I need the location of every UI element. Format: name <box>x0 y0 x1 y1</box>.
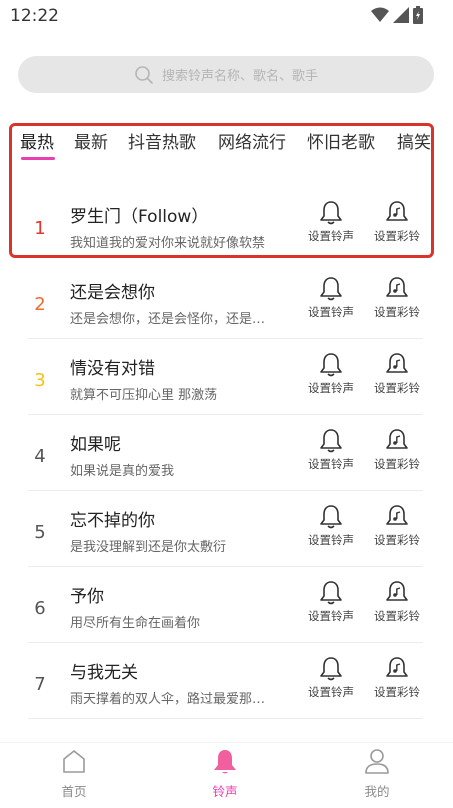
set-crbt-button[interactable]: 设置彩铃 <box>369 428 425 472</box>
song-rank: 5 <box>34 522 46 543</box>
set-crbt-button[interactable]: 设置彩铃 <box>369 504 425 548</box>
status-time: 12:22 <box>10 6 59 26</box>
bell-icon <box>214 750 236 774</box>
status-bar: 12:22 <box>0 0 453 32</box>
song-title: 予你 <box>70 587 104 607</box>
bell-music-icon <box>386 657 408 677</box>
bell-music-icon <box>386 353 408 373</box>
set-ringtone-label: 设置铃声 <box>308 685 354 699</box>
search-input[interactable]: 搜索铃声名称、歌名、歌手 <box>18 56 434 93</box>
song-rank: 2 <box>34 294 46 315</box>
song-lyric: 就算不可压抑心里 那激荡 <box>70 388 218 403</box>
bell-icon <box>320 277 342 301</box>
song-row[interactable]: 3 情没有对错 就算不可压抑心里 那激荡 设置铃声 设置彩铃 <box>0 346 453 422</box>
song-lyric: 雨天撑着的双人伞，路过最爱那… <box>70 692 266 707</box>
set-crbt-label: 设置彩铃 <box>374 305 420 319</box>
song-row[interactable]: 4 如果呢 如果说是真的爱我 设置铃声 设置彩铃 <box>0 422 453 498</box>
song-lyric: 如果说是真的爱我 <box>70 464 175 479</box>
set-crbt-label: 设置彩铃 <box>374 533 420 547</box>
nav-profile-label: 我的 <box>364 784 390 799</box>
bell-icon <box>320 657 342 681</box>
nav-profile[interactable]: 我的 <box>342 747 412 800</box>
nav-ringtone[interactable]: 铃声 <box>190 747 260 800</box>
song-rank: 4 <box>34 446 46 467</box>
divider <box>28 718 423 719</box>
highlight-box <box>9 123 434 258</box>
set-ringtone-label: 设置铃声 <box>308 381 354 395</box>
song-rank: 3 <box>34 370 46 391</box>
set-crbt-label: 设置彩铃 <box>374 685 420 699</box>
bell-music-icon <box>386 429 408 449</box>
divider <box>28 642 423 643</box>
wifi-icon <box>371 7 389 22</box>
set-ringtone-label: 设置铃声 <box>308 609 354 623</box>
song-lyric: 是我没理解到还是你太敷衍 <box>70 540 227 555</box>
set-crbt-button[interactable]: 设置彩铃 <box>369 276 425 320</box>
set-ringtone-label: 设置铃声 <box>308 305 354 319</box>
song-title: 忘不掉的你 <box>70 511 155 531</box>
set-ringtone-button[interactable]: 设置铃声 <box>303 352 359 396</box>
battery-icon <box>413 6 423 24</box>
set-ringtone-label: 设置铃声 <box>308 457 354 471</box>
set-crbt-label: 设置彩铃 <box>374 457 420 471</box>
divider <box>28 338 423 339</box>
set-ringtone-button[interactable]: 设置铃声 <box>303 276 359 320</box>
song-row[interactable]: 5 忘不掉的你 是我没理解到还是你太敷衍 设置铃声 设置彩铃 <box>0 498 453 574</box>
status-icons <box>371 6 423 24</box>
song-title: 还是会想你 <box>70 283 155 303</box>
song-title: 与我无关 <box>70 663 138 683</box>
signal-icon <box>393 7 409 23</box>
bell-icon <box>320 505 342 529</box>
home-icon <box>63 750 85 773</box>
bell-icon <box>320 429 342 453</box>
set-ringtone-button[interactable]: 设置铃声 <box>303 428 359 472</box>
set-ringtone-button[interactable]: 设置铃声 <box>303 504 359 548</box>
bell-icon <box>320 353 342 377</box>
set-crbt-button[interactable]: 设置彩铃 <box>369 352 425 396</box>
song-title: 如果呢 <box>70 435 121 455</box>
song-row[interactable]: 2 还是会想你 还是会想你，还是会怪你，还是… 设置铃声 设置彩铃 <box>0 270 453 346</box>
song-title: 情没有对错 <box>70 359 155 379</box>
nav-ringtone-label: 铃声 <box>212 784 238 799</box>
bell-icon <box>320 581 342 605</box>
song-row[interactable]: 6 予你 用尽所有生命在画着你 设置铃声 设置彩铃 <box>0 574 453 650</box>
divider <box>28 414 423 415</box>
set-crbt-button[interactable]: 设置彩铃 <box>369 656 425 700</box>
search-placeholder: 搜索铃声名称、歌名、歌手 <box>161 69 318 84</box>
set-ringtone-button[interactable]: 设置铃声 <box>303 656 359 700</box>
song-row[interactable]: 7 与我无关 雨天撑着的双人伞，路过最爱那… 设置铃声 设置彩铃 <box>0 650 453 726</box>
set-crbt-label: 设置彩铃 <box>374 381 420 395</box>
nav-home[interactable]: 首页 <box>39 747 109 800</box>
song-lyric: 还是会想你，还是会怪你，还是… <box>70 312 266 327</box>
song-rank: 7 <box>34 674 46 695</box>
user-icon <box>365 749 389 774</box>
set-crbt-label: 设置彩铃 <box>374 609 420 623</box>
divider <box>28 566 423 567</box>
song-lyric: 用尽所有生命在画着你 <box>70 616 201 631</box>
set-ringtone-button[interactable]: 设置铃声 <box>303 580 359 624</box>
set-ringtone-label: 设置铃声 <box>308 533 354 547</box>
nav-home-label: 首页 <box>61 784 87 799</box>
bottom-nav: 首页 铃声 我的 <box>0 742 453 808</box>
bell-music-icon <box>386 581 408 601</box>
divider <box>28 490 423 491</box>
set-crbt-button[interactable]: 设置彩铃 <box>369 580 425 624</box>
song-rank: 6 <box>34 598 46 619</box>
search-icon <box>135 65 153 84</box>
bell-music-icon <box>386 277 408 297</box>
bell-music-icon <box>386 505 408 525</box>
